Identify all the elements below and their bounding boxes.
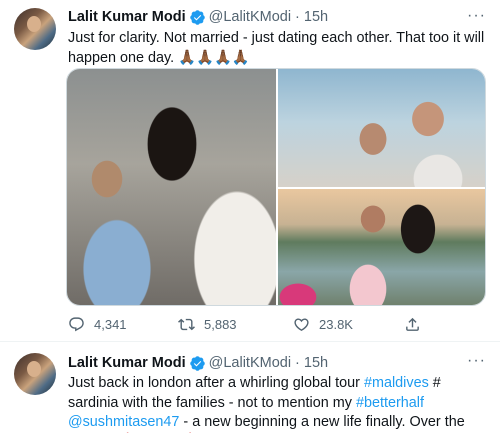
tweet-header: Lalit Kumar Modi @LalitKModi · 15h xyxy=(68,354,328,372)
hashtag-maldives[interactable]: #maldives xyxy=(364,375,429,391)
share-icon xyxy=(406,317,419,331)
retweet-button[interactable]: 5,883 xyxy=(178,316,237,333)
tweet-header: Lalit Kumar Modi @LalitKModi · 15h xyxy=(68,8,328,26)
verified-badge-icon xyxy=(189,9,206,26)
separator-dot: · xyxy=(295,355,300,371)
tweet[interactable]: Lalit Kumar Modi @LalitKModi · 15h ··· J… xyxy=(0,343,500,433)
tweet-text-emojis: 🙏🏾🙏🏾🙏🏾🙏🏾 xyxy=(178,49,250,66)
timestamp[interactable]: 15h xyxy=(304,8,328,26)
like-button[interactable]: 23.8K xyxy=(293,316,353,333)
author-name[interactable]: Lalit Kumar Modi xyxy=(68,8,186,26)
tweet-text-body: Just for clarity. Not married - just dat… xyxy=(68,30,485,66)
tweet-text: Just back in london after a whirling glo… xyxy=(68,374,486,433)
separator-dot: · xyxy=(295,9,300,25)
verified-badge-icon xyxy=(189,355,206,372)
retweet-icon xyxy=(178,318,195,331)
reply-button[interactable]: 4,341 xyxy=(68,316,127,333)
mention-sushmitasen47[interactable]: @sushmitasen47 xyxy=(68,414,179,430)
text-segment: Just back in london after a whirling glo… xyxy=(68,375,364,391)
tweet[interactable]: Lalit Kumar Modi @LalitKModi · 15h ··· J… xyxy=(0,0,500,342)
reply-icon xyxy=(69,317,84,332)
more-horizontal-icon[interactable]: ··· xyxy=(467,352,486,370)
retweet-count: 5,883 xyxy=(204,317,237,332)
action-bar: 4,341 5,883 23.8K xyxy=(68,316,428,334)
more-horizontal-icon[interactable]: ··· xyxy=(467,7,486,25)
media-grid xyxy=(66,68,486,306)
photo-couple-kiss[interactable] xyxy=(67,69,276,305)
avatar[interactable] xyxy=(14,353,56,395)
reply-count: 4,341 xyxy=(94,317,127,332)
avatar[interactable] xyxy=(14,8,56,50)
heart-icon xyxy=(294,318,309,331)
like-count: 23.8K xyxy=(319,317,353,332)
author-handle[interactable]: @LalitKModi xyxy=(209,354,291,372)
photo-couple-selfie[interactable] xyxy=(278,69,485,187)
photo-couple-lakeside[interactable] xyxy=(278,189,485,305)
timestamp[interactable]: 15h xyxy=(304,354,328,372)
share-button[interactable] xyxy=(404,316,430,333)
author-handle[interactable]: @LalitKModi xyxy=(209,8,291,26)
tweet-text: Just for clarity. Not married - just dat… xyxy=(68,29,486,68)
author-name[interactable]: Lalit Kumar Modi xyxy=(68,354,186,372)
hashtag-betterhalf[interactable]: #betterhalf xyxy=(356,395,424,411)
